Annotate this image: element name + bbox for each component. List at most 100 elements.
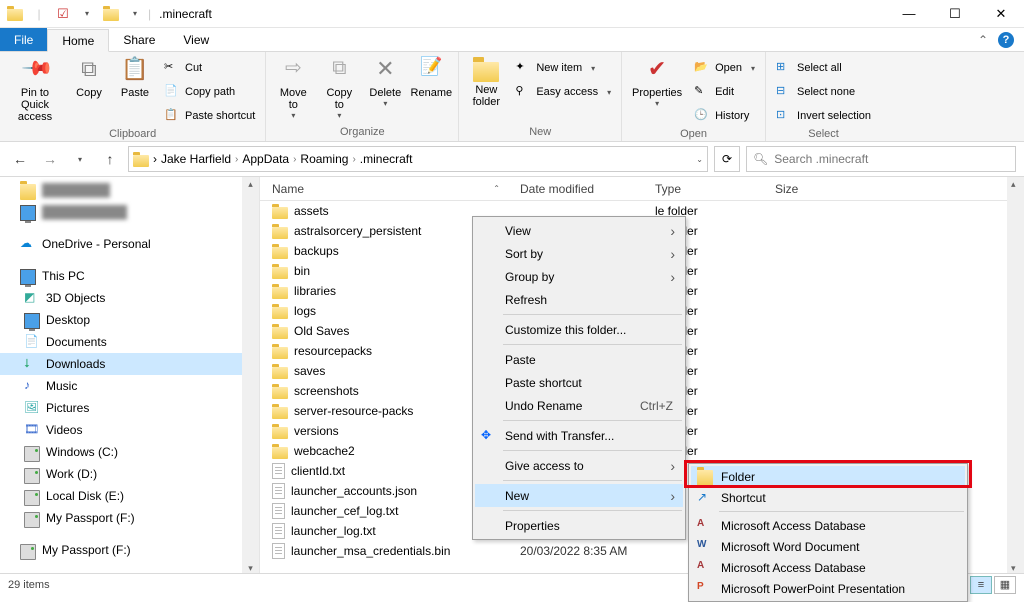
nav-forward-button[interactable]: → <box>38 147 62 171</box>
new-item-button[interactable]: ✦New item▾ <box>511 57 615 79</box>
nav-onedrive[interactable]: ☁OneDrive - Personal <box>0 233 259 255</box>
nav-blurred-item[interactable]: ██████████ <box>0 201 259 223</box>
addr-dropdown[interactable]: ⌄ <box>696 155 703 164</box>
file-name: launcher_accounts.json <box>291 484 417 498</box>
rename-button[interactable]: 📝Rename <box>410 54 452 99</box>
tab-share[interactable]: Share <box>109 28 169 51</box>
invert-icon: ⊡ <box>776 108 792 124</box>
search-input[interactable]: 🔍︎ Search .minecraft <box>746 146 1016 172</box>
ctx-paste[interactable]: Paste <box>475 348 683 371</box>
col-date[interactable]: Date modified <box>508 182 643 196</box>
maximize-button[interactable]: ☐ <box>932 0 978 28</box>
submenu-access-db-2[interactable]: AMicrosoft Access Database <box>691 557 965 578</box>
nav-desktop[interactable]: Desktop <box>0 309 259 331</box>
file-name: versions <box>294 424 339 438</box>
shortcut-icon: ↗ <box>697 490 713 506</box>
easy-access-button[interactable]: ⚲Easy access▾ <box>511 81 615 103</box>
ctx-customize[interactable]: Customize this folder... <box>475 318 683 341</box>
cut-button[interactable]: ✂Cut <box>160 57 259 79</box>
nav-f-drive[interactable]: My Passport (F:) <box>0 507 259 529</box>
breadcrumb-segment[interactable]: .minecraft <box>360 152 413 166</box>
close-button[interactable]: ✕ <box>978 0 1024 28</box>
nav-documents[interactable]: 📄Documents <box>0 331 259 353</box>
scissors-icon: ✂ <box>164 60 180 76</box>
content-scrollbar[interactable] <box>1007 177 1024 576</box>
qat-dropdown[interactable]: ▾ <box>76 3 98 25</box>
nav-history-dropdown[interactable]: ▾ <box>68 147 92 171</box>
powerpoint-icon: P <box>697 581 713 597</box>
edit-icon: ✎ <box>694 84 710 100</box>
submenu-powerpoint[interactable]: PMicrosoft PowerPoint Presentation <box>691 578 965 599</box>
nav-pictures[interactable]: 🖼Pictures <box>0 397 259 419</box>
ctx-undo-rename[interactable]: Undo RenameCtrl+Z <box>475 394 683 417</box>
ctx-sort-by[interactable]: Sort by <box>475 242 683 265</box>
submenu-folder[interactable]: Folder <box>691 466 965 487</box>
qat-dropdown-2[interactable]: ▾ <box>124 3 146 25</box>
ctx-paste-shortcut[interactable]: Paste shortcut <box>475 371 683 394</box>
paste-shortcut-button[interactable]: 📋Paste shortcut <box>160 105 259 127</box>
submenu-access-db[interactable]: AMicrosoft Access Database <box>691 515 965 536</box>
select-none-button[interactable]: ⊟Select none <box>772 81 875 103</box>
nav-blurred-item[interactable]: ████████ <box>0 179 259 201</box>
col-size[interactable]: Size <box>763 182 843 196</box>
delete-button[interactable]: ✕Delete▾ <box>364 54 406 109</box>
column-headers[interactable]: Name⌃ Date modified Type Size <box>260 177 1024 201</box>
invert-selection-button[interactable]: ⊡Invert selection <box>772 105 875 127</box>
col-name[interactable]: Name⌃ <box>260 182 508 196</box>
nav-up-button[interactable]: ↑ <box>98 147 122 171</box>
details-view-button[interactable]: ≡ <box>970 576 992 594</box>
submenu-word-doc[interactable]: WMicrosoft Word Document <box>691 536 965 557</box>
nav-music[interactable]: ♪Music <box>0 375 259 397</box>
history-button[interactable]: 🕒History <box>690 105 759 127</box>
tab-home[interactable]: Home <box>47 29 109 52</box>
status-item-count: 29 items <box>8 579 50 591</box>
move-to-button[interactable]: ⇨Move to▾ <box>272 54 314 121</box>
ctx-send-with-transfer[interactable]: ✥Send with Transfer... <box>475 424 683 447</box>
copy-to-button[interactable]: ⧉Copy to▾ <box>318 54 360 121</box>
nav-this-pc[interactable]: This PC <box>0 265 259 287</box>
nav-3d-objects[interactable]: ◩3D Objects <box>0 287 259 309</box>
new-folder-button[interactable]: New folder <box>465 54 507 108</box>
help-icon[interactable]: ? <box>998 32 1014 48</box>
nav-c-drive[interactable]: Windows (C:) <box>0 441 259 463</box>
address-bar[interactable]: › Jake Harfield› AppData› Roaming› .mine… <box>128 146 708 172</box>
pin-to-quick-access-button[interactable]: 📌Pin to Quick access <box>6 54 64 123</box>
nav-downloads[interactable]: ⭣Downloads <box>0 353 259 375</box>
ctx-properties[interactable]: Properties <box>475 514 683 537</box>
music-icon: ♪ <box>24 378 40 394</box>
copy-path-button[interactable]: 📄Copy path <box>160 81 259 103</box>
nav-scrollbar[interactable] <box>242 177 259 576</box>
nav-f-drive-external[interactable]: My Passport (F:) <box>0 539 259 561</box>
nav-d-drive[interactable]: Work (D:) <box>0 463 259 485</box>
folder-icon <box>272 307 288 319</box>
tab-view[interactable]: View <box>169 28 223 51</box>
properties-button[interactable]: ✔Properties▾ <box>628 54 686 109</box>
breadcrumb-segment[interactable]: Roaming› <box>300 152 355 166</box>
paste-button[interactable]: 📋Paste <box>114 54 156 99</box>
edit-button[interactable]: ✎Edit <box>690 81 759 103</box>
refresh-button[interactable]: ⟳ <box>714 146 740 172</box>
copy-button[interactable]: ⧉Copy <box>68 54 110 99</box>
navigation-pane[interactable]: ████████ ██████████ ☁OneDrive - Personal… <box>0 177 260 576</box>
ribbon-collapse-icon[interactable]: ⌃ <box>978 33 988 47</box>
breadcrumb-segment[interactable]: Jake Harfield› <box>161 152 238 166</box>
open-button[interactable]: 📂Open▾ <box>690 57 759 79</box>
ctx-refresh[interactable]: Refresh <box>475 288 683 311</box>
breadcrumb-segment[interactable]: AppData› <box>242 152 296 166</box>
ctx-group-by[interactable]: Group by <box>475 265 683 288</box>
ctx-new[interactable]: New <box>475 484 683 507</box>
properties-qat-icon[interactable]: ☑ <box>52 3 74 25</box>
minimize-button[interactable]: — <box>886 0 932 28</box>
folder-icon <box>4 3 26 25</box>
large-icons-view-button[interactable]: ▦ <box>994 576 1016 594</box>
folder-icon <box>272 327 288 339</box>
nav-videos[interactable]: 🎞Videos <box>0 419 259 441</box>
submenu-shortcut[interactable]: ↗Shortcut <box>691 487 965 508</box>
col-type[interactable]: Type <box>643 182 763 196</box>
select-all-button[interactable]: ⊞Select all <box>772 57 875 79</box>
ctx-give-access-to[interactable]: Give access to <box>475 454 683 477</box>
ctx-view[interactable]: View <box>475 219 683 242</box>
nav-back-button[interactable]: ← <box>8 147 32 171</box>
nav-e-drive[interactable]: Local Disk (E:) <box>0 485 259 507</box>
tab-file[interactable]: File <box>0 28 47 51</box>
